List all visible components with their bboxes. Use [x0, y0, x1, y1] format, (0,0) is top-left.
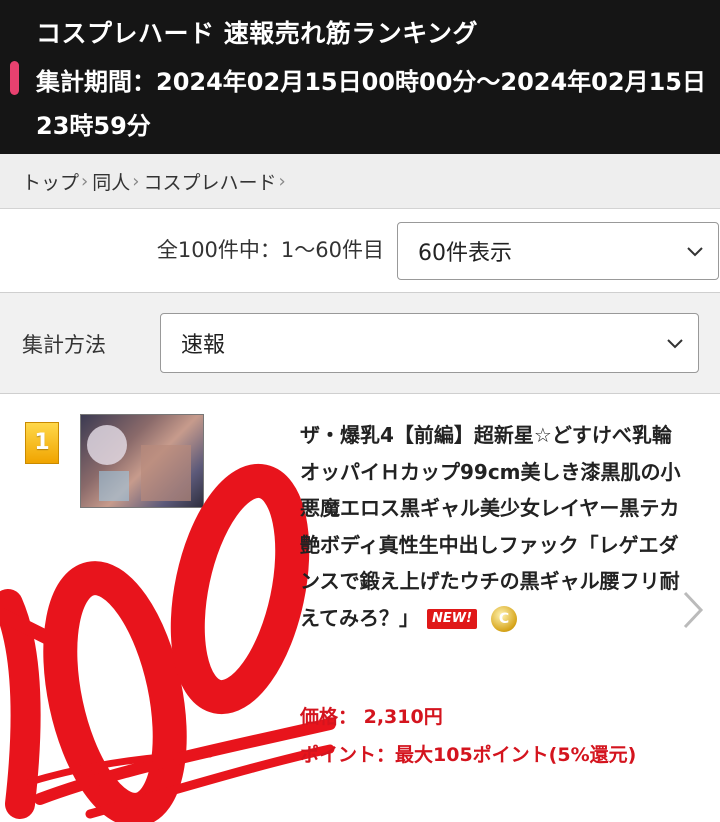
chevron-right-icon: › [132, 170, 140, 192]
ranking-item[interactable]: 1 ザ・爆乳4【前編】超新星☆どすけべ乳輪オッパイＨカップ99cm美しき漆黒肌の… [0, 394, 720, 822]
product-price: 価格： 2,310円 [300, 706, 443, 728]
coin-icon: C [491, 606, 518, 632]
aggregation-method-value: 速報 [181, 333, 226, 358]
result-count-row: 全100件中：1～60件目 60件表示 [0, 210, 720, 293]
product-thumbnail[interactable] [80, 414, 204, 508]
breadcrumb-doujin[interactable]: 同人 [92, 168, 130, 195]
chevron-right-icon: › [278, 170, 286, 192]
aggregation-method-label: 集計方法 [22, 333, 106, 357]
chevron-down-icon [687, 247, 703, 257]
page-title: コスプレハード 速報売れ筋ランキング [36, 19, 478, 48]
breadcrumb: トップ › 同人 › コスプレハード › [0, 154, 720, 209]
page-header: コスプレハード 速報売れ筋ランキング 集計期間：2024年02月15日00時00… [0, 0, 720, 154]
per-page-value: 60件表示 [418, 241, 512, 266]
breadcrumb-cosplay-hard[interactable]: コスプレハード [143, 168, 276, 195]
rank-badge: 1 [25, 422, 59, 464]
result-count: 全100件中：1～60件目 [156, 238, 384, 262]
coin-mark: C [498, 611, 510, 627]
new-badge: NEW! [427, 609, 478, 629]
chevron-right-icon: › [81, 170, 89, 192]
chevron-down-icon [667, 339, 683, 349]
product-points: ポイント：最大105ポイント(5%還元) [300, 744, 637, 766]
breadcrumb-top[interactable]: トップ [22, 168, 79, 195]
next-arrow-icon[interactable] [680, 590, 706, 630]
aggregation-method-row: 集計方法 速報 [0, 293, 720, 394]
accent-bar [10, 61, 19, 95]
aggregation-period: 集計期間：2024年02月15日00時00分～2024年02月15日23時59分 [36, 68, 706, 140]
per-page-select[interactable]: 60件表示 [397, 222, 719, 280]
aggregation-method-select[interactable]: 速報 [160, 313, 699, 373]
product-title[interactable]: ザ・爆乳4【前編】超新星☆どすけべ乳輪オッパイＨカップ99cm美しき漆黒肌の小悪… [300, 417, 682, 636]
product-title-text[interactable]: ザ・爆乳4【前編】超新星☆どすけべ乳輪オッパイＨカップ99cm美しき漆黒肌の小悪… [300, 423, 681, 630]
